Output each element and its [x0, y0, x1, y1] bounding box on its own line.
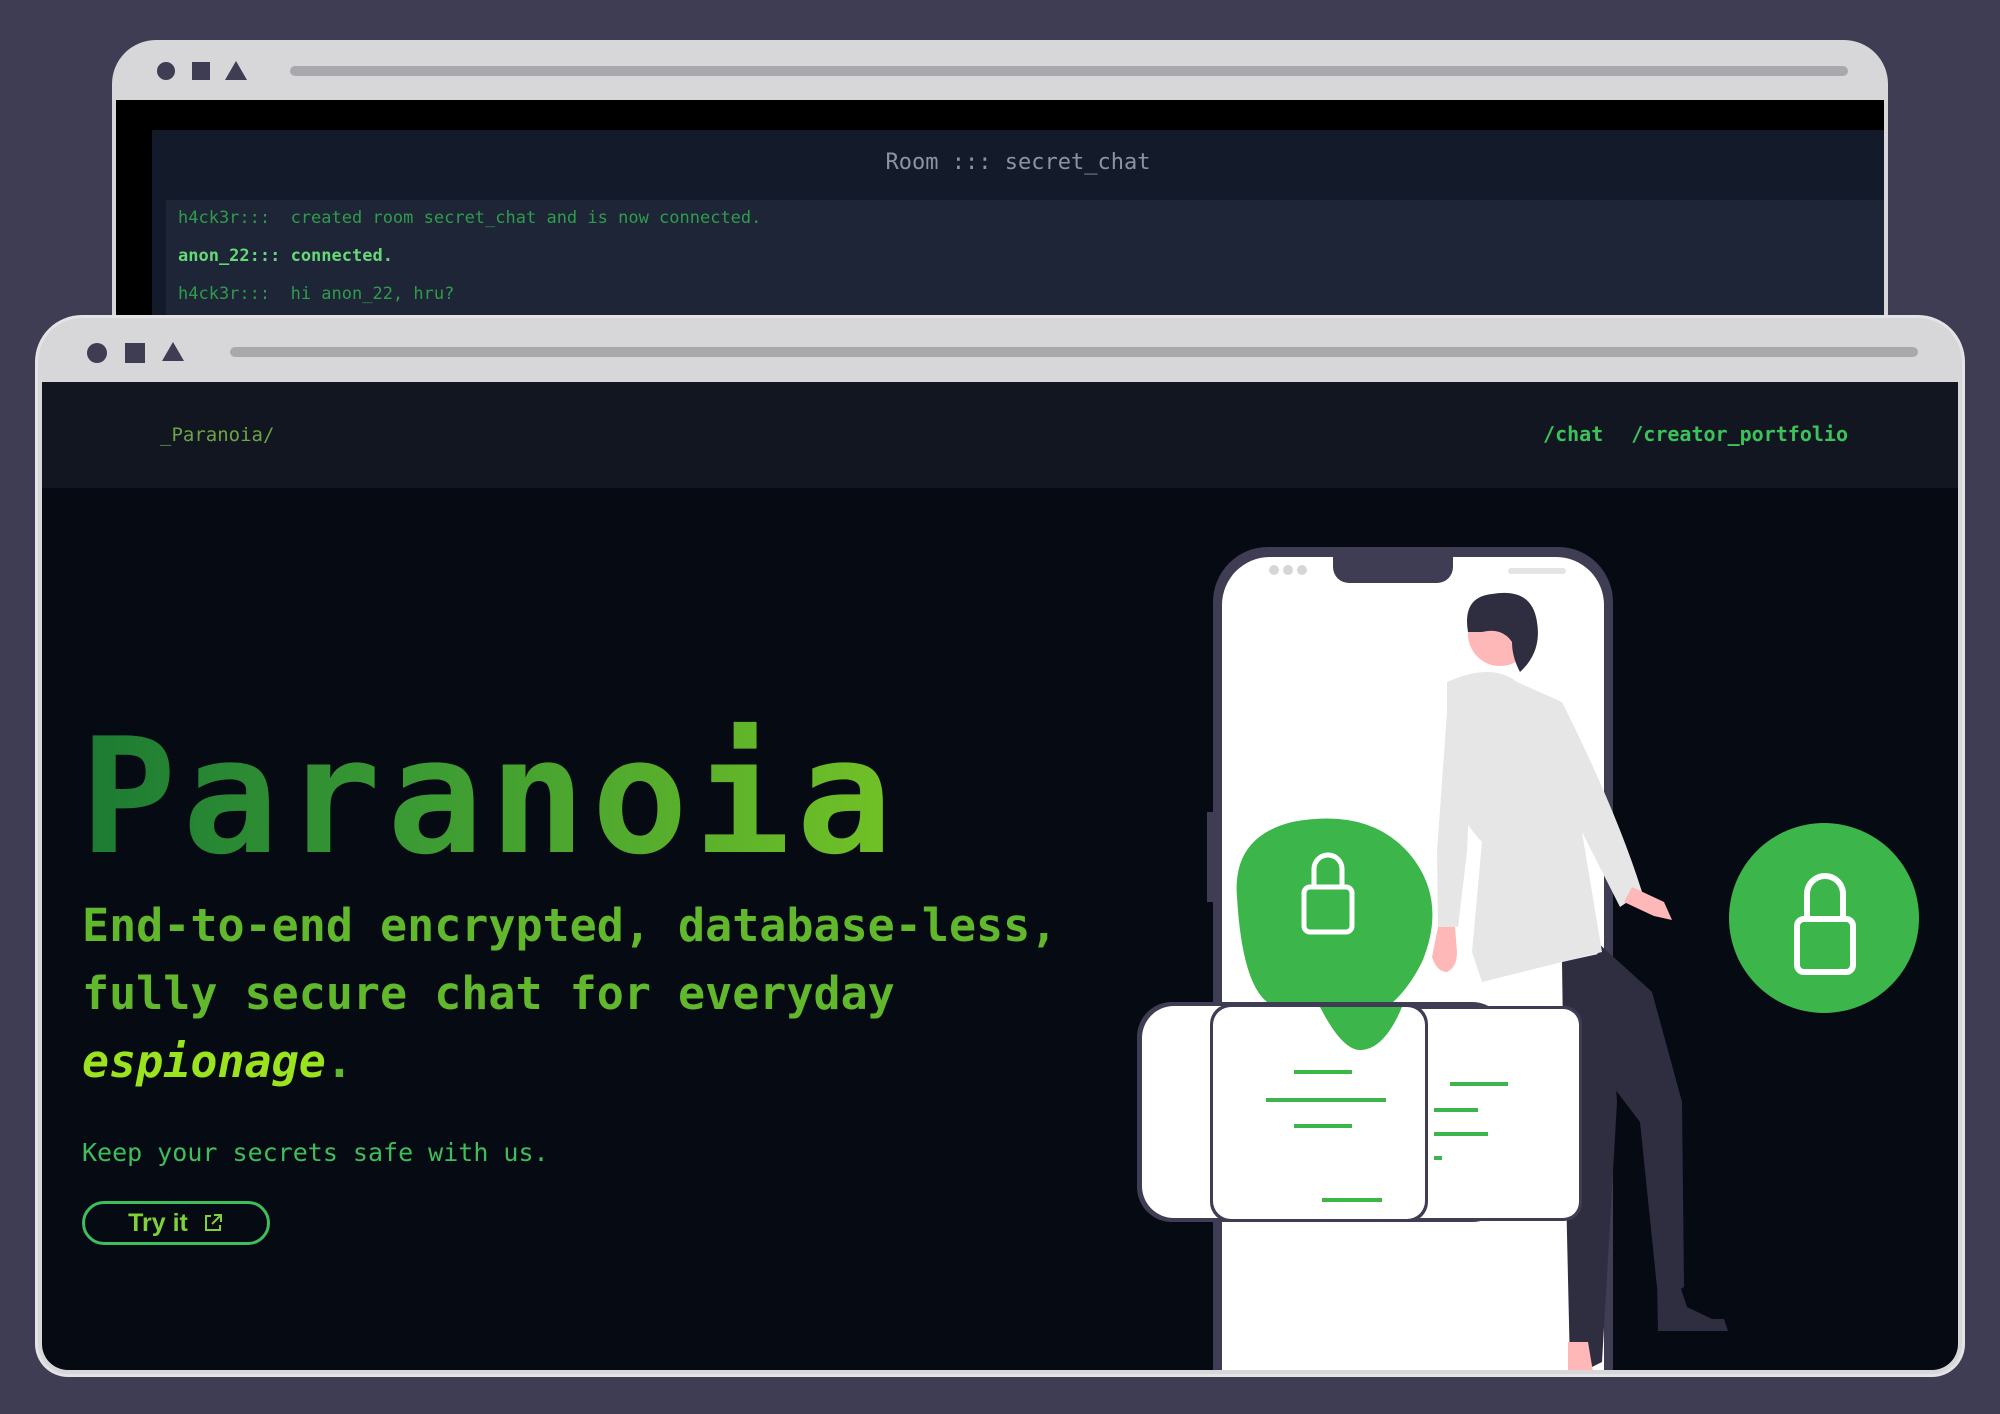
tagline-line-1: End-to-end encrypted, database-less, [82, 899, 1058, 952]
window-triangle-icon[interactable] [225, 61, 247, 80]
padlock-circle-right [1729, 823, 1919, 1013]
window-square-icon[interactable] [125, 343, 145, 363]
front-viewport: _Paranoia/ /chat /creator_portfolio Para… [42, 382, 1958, 1370]
try-it-label: Try it [128, 1208, 188, 1237]
try-it-button[interactable]: Try it [82, 1201, 270, 1245]
window-triangle-icon[interactable] [162, 342, 184, 361]
back-url-bar[interactable] [290, 66, 1848, 76]
external-link-icon [204, 1214, 222, 1231]
padlock-blob-left [1236, 818, 1433, 1022]
hero-subline: Keep your secrets safe with us. [82, 1138, 549, 1167]
window-circle-icon[interactable] [157, 62, 175, 80]
hero-title: Paranoia [80, 703, 899, 890]
chat-message: h4ck3r::: created room secret_chat and i… [178, 208, 762, 228]
hero-tagline: End-to-end encrypted, database-less, ful… [82, 892, 1062, 1096]
tagline-line-2: fully secure chat for everyday [82, 967, 895, 1020]
chat-message: anon_22::: connected. [178, 246, 393, 266]
message-cards-illustration [1137, 1002, 1582, 1222]
room-title: Room ::: secret_chat [885, 150, 1151, 175]
tagline-emphasis: espionage [82, 1035, 326, 1088]
chat-message: h4ck3r::: hi anon_22, hru? [178, 284, 455, 304]
window-circle-icon[interactable] [87, 343, 107, 363]
tagline-end: . [325, 1035, 353, 1088]
front-url-bar[interactable] [230, 347, 1918, 357]
window-square-icon[interactable] [192, 62, 210, 80]
front-browser-window: _Paranoia/ /chat /creator_portfolio Para… [38, 318, 1962, 1374]
